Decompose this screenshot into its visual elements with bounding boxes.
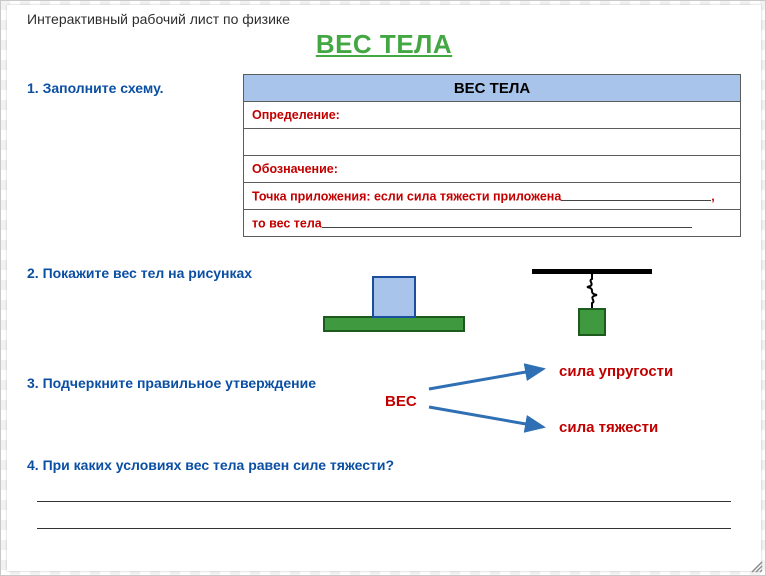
arrow-down-icon xyxy=(425,403,555,433)
arrow-up-icon xyxy=(425,363,555,393)
schema-row-point-prefix: Точка приложения: если сила тяжести прил… xyxy=(252,190,561,204)
task4-answer-lines xyxy=(37,483,731,529)
schema-row-definition[interactable]: Определение: xyxy=(244,102,741,129)
schema-table-header: ВЕС ТЕЛА xyxy=(244,75,741,102)
worksheet-sheet: Интерактивный рабочий лист по физике ВЕС… xyxy=(7,5,761,571)
resize-grip-icon[interactable] xyxy=(749,559,763,573)
schema-table: ВЕС ТЕЛА Определение: Обозначение: Точка… xyxy=(243,74,741,237)
task2-draw-area xyxy=(27,287,741,359)
drawing-block-on-surface xyxy=(319,269,469,344)
answer-line[interactable] xyxy=(37,510,731,529)
block-on-spring-icon xyxy=(527,263,657,347)
blank-line[interactable] xyxy=(561,188,711,200)
schema-row-point[interactable]: Точка приложения: если сила тяжести прил… xyxy=(244,183,741,210)
task3-center-word: ВЕС xyxy=(385,393,417,410)
task3-option1[interactable]: сила упругости xyxy=(559,363,673,380)
blank-line[interactable] xyxy=(322,215,692,227)
schema-row-then-prefix: то вес тела xyxy=(252,217,322,231)
task1-row: 1. Заполните схему. ВЕС ТЕЛА Определение… xyxy=(27,74,741,237)
document-main-title: ВЕС ТЕЛА xyxy=(27,29,741,60)
task3-label: 3. Подчеркните правильное утверждение xyxy=(27,375,316,391)
document-subtitle: Интерактивный рабочий лист по физике xyxy=(27,11,741,27)
schema-row-notation[interactable]: Обозначение: xyxy=(244,156,741,183)
drawing-block-on-spring xyxy=(527,263,657,352)
block-on-surface-icon xyxy=(319,269,469,339)
task4-label: 4. При каких условиях вес тела равен сил… xyxy=(27,457,741,473)
task2-label: 2. Покажите вес тел на рисунках xyxy=(27,265,252,281)
task3-wrap: 3. Подчеркните правильное утверждение ВЕ… xyxy=(27,369,741,439)
schema-row-then[interactable]: то вес тела xyxy=(244,210,741,237)
schema-row-blank[interactable] xyxy=(244,129,741,156)
task3-option2[interactable]: сила тяжести xyxy=(559,419,658,436)
schema-row-point-suffix: , xyxy=(711,190,714,204)
answer-line[interactable] xyxy=(37,483,731,502)
task1-label: 1. Заполните схему. xyxy=(27,80,217,96)
